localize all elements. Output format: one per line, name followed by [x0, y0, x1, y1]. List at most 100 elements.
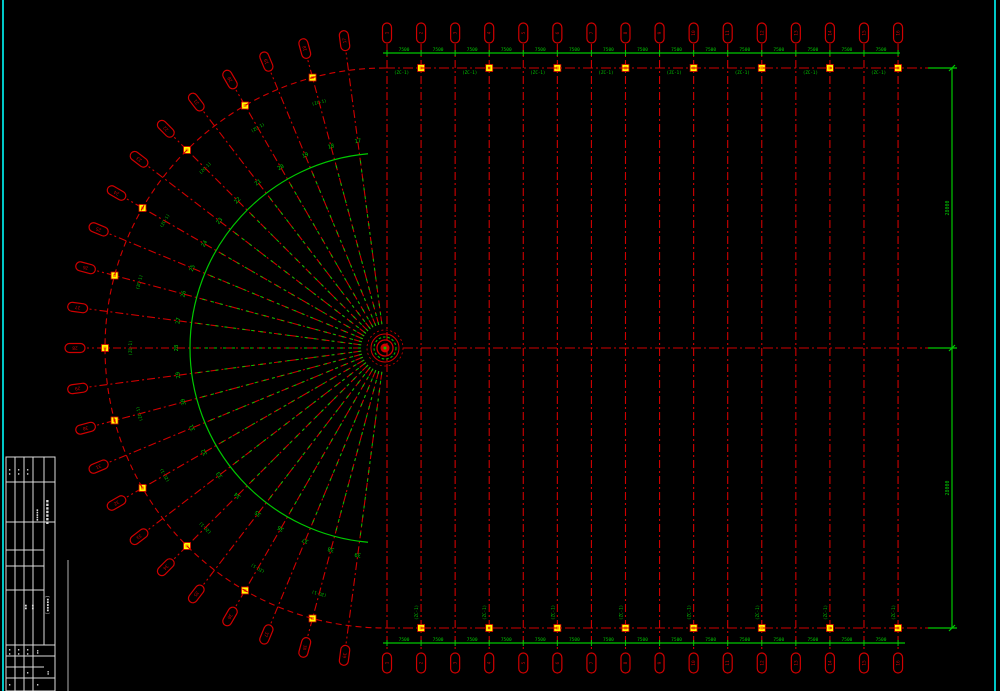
grid-bubble[interactable]: 12	[757, 653, 766, 673]
bay-label-top: (ZC-1)	[735, 70, 750, 75]
radial-axis-number: 35	[254, 509, 263, 518]
node-marker[interactable]	[826, 65, 833, 72]
radial-bay-label: (ZC-1)	[135, 406, 144, 422]
grid-bubble[interactable]: 10	[689, 653, 698, 673]
grid-bubble[interactable]: 27	[67, 302, 88, 314]
radial-axis-number: 20	[277, 164, 286, 173]
grid-bubble[interactable]: 16	[894, 23, 903, 43]
grid-bubble[interactable]: 6	[553, 653, 562, 673]
grid-bubble[interactable]: 1	[383, 23, 392, 43]
radial-axis-number: 19	[301, 152, 309, 160]
grid-bubble[interactable]: 9	[655, 23, 664, 43]
grid-bubble[interactable]: 29	[67, 383, 88, 395]
grid-bubble[interactable]: 38	[298, 637, 312, 659]
grid-bubble[interactable]: 19	[258, 51, 274, 73]
grid-bubble[interactable]: 34	[156, 557, 177, 578]
node-marker[interactable]	[139, 485, 146, 492]
radial-grid[interactable]: 1718(ZC-1)1920(ZC-1)2122(ZC-1)2324(ZC-1)…	[87, 53, 382, 644]
grid-bubble[interactable]: 4	[485, 653, 494, 673]
radial-axis-number: 38	[327, 545, 335, 553]
grid-bubble-number: 18	[302, 45, 309, 52]
bay-dimension: 7500	[671, 637, 682, 643]
grid-bubble[interactable]: 3	[451, 653, 460, 673]
title-block[interactable]: ▪ ▪▪ ▪▪ ▪▪▪▪▪▪▪▪▪▪▪▪▪▪▪▪▪[▪▪▪▪▪]▪ ▪▪ ▪▪ …	[6, 457, 68, 691]
title-block-text: ▪ ▪	[8, 469, 12, 475]
title-block-text: ▪ ▪	[8, 649, 12, 655]
node-marker[interactable]	[826, 625, 833, 632]
grid-bubble[interactable]: 26	[75, 261, 97, 275]
bay-label-bottom: (ZC-1)	[414, 605, 419, 620]
grid-bubble[interactable]: 28	[65, 344, 85, 353]
grid-bubble[interactable]: 15	[859, 23, 868, 43]
grid-bubble[interactable]: 5	[519, 23, 528, 43]
grid-bubble[interactable]: 24	[106, 184, 128, 202]
grid-bubble[interactable]: 14	[825, 653, 834, 673]
bay-dimension: 7500	[535, 637, 546, 643]
grid-bubble[interactable]: 6	[553, 23, 562, 43]
grid-bubble[interactable]: 30	[75, 421, 97, 435]
center-hub[interactable]	[367, 330, 403, 366]
bay-dimension: 7500	[603, 637, 614, 643]
grid-bubble-number: 28	[72, 345, 78, 351]
grid-bubble[interactable]: 31	[88, 459, 110, 475]
grid-bubble[interactable]: 39	[339, 645, 351, 666]
grid-bubble[interactable]: 35	[187, 583, 206, 604]
radial-axis-number: 25	[189, 264, 197, 272]
column-grid[interactable]: (ZC-1)75007500(ZC-1)75007500(ZC-1)750075…	[385, 44, 930, 652]
radial-bay-label: (ZC-1)	[311, 589, 327, 598]
grid-bubble[interactable]: 10	[689, 23, 698, 43]
grid-bubble-number: 27	[74, 304, 80, 311]
grid-bubble[interactable]: 23	[128, 150, 149, 169]
grid-bubble[interactable]: 36	[221, 606, 239, 628]
grid-bubble[interactable]: 16	[894, 653, 903, 673]
grid-bubble[interactable]: 11	[723, 653, 732, 673]
radial-axis-number: 33	[216, 470, 225, 479]
radial-axis-number: 30	[180, 398, 188, 406]
bay-label-bottom: (ZC-1)	[482, 605, 487, 620]
grid-bubble[interactable]: 2	[417, 653, 426, 673]
grid-bubble[interactable]: 8	[621, 23, 630, 43]
node-marker[interactable]	[242, 102, 249, 109]
grid-bubble[interactable]: 25	[88, 221, 110, 237]
grid-bubble[interactable]: 11	[723, 23, 732, 43]
title-block-text: ▪▪	[24, 604, 29, 610]
right-dimension-text: 28000	[945, 200, 951, 215]
grid-bubble[interactable]: 22	[156, 119, 177, 140]
grid-bubble[interactable]: 9	[655, 653, 664, 673]
grid-bubble[interactable]: 1	[383, 653, 392, 673]
bay-dimension: 7500	[807, 637, 818, 643]
radial-bay-label: (ZC-1)	[250, 122, 266, 134]
grid-bubble[interactable]: 8	[621, 653, 630, 673]
grid-bubble-number: 6	[555, 661, 561, 664]
grid-bubble[interactable]: 5	[519, 653, 528, 673]
grid-bubble[interactable]: 3	[451, 23, 460, 43]
radial-axis-number: 31	[189, 423, 197, 431]
grid-bubble[interactable]: 2	[417, 23, 426, 43]
grid-bubble[interactable]: 21	[187, 91, 206, 112]
grid-bubble[interactable]: 13	[791, 23, 800, 43]
title-block-text: ▪▪	[46, 671, 50, 675]
title-block-text: ▪	[26, 672, 30, 674]
grid-bubble[interactable]: 37	[258, 623, 274, 645]
title-block-text: ▪▪	[36, 650, 40, 654]
node-marker[interactable]	[111, 272, 118, 279]
cad-viewport[interactable]: 1718(ZC-1)1920(ZC-1)2122(ZC-1)2324(ZC-1)…	[0, 0, 1000, 691]
grid-bubble[interactable]: 14	[825, 23, 834, 43]
grid-bubble[interactable]: 13	[791, 653, 800, 673]
grid-bubble[interactable]: 7	[587, 653, 596, 673]
grid-bubble[interactable]: 17	[339, 30, 351, 51]
grid-bubble[interactable]: 20	[221, 69, 239, 91]
grid-bubble-number: 29	[74, 385, 80, 392]
grid-bubble[interactable]: 4	[485, 23, 494, 43]
grid-bubble-number: 2	[419, 661, 425, 664]
grid-bubble-number: 17	[342, 37, 349, 43]
bay-label-bottom: (ZC-1)	[755, 605, 760, 620]
grid-bubble[interactable]: 12	[757, 23, 766, 43]
grid-bubble[interactable]: 33	[128, 527, 149, 546]
grid-bubble[interactable]: 7	[587, 23, 596, 43]
drawing-canvas[interactable]: 1718(ZC-1)1920(ZC-1)2122(ZC-1)2324(ZC-1)…	[0, 0, 1000, 691]
grid-bubble[interactable]: 32	[106, 494, 128, 512]
grid-bubble[interactable]: 18	[298, 38, 312, 60]
radial-bay-label: (ZC-1)	[198, 161, 212, 175]
grid-bubble[interactable]: 15	[859, 653, 868, 673]
